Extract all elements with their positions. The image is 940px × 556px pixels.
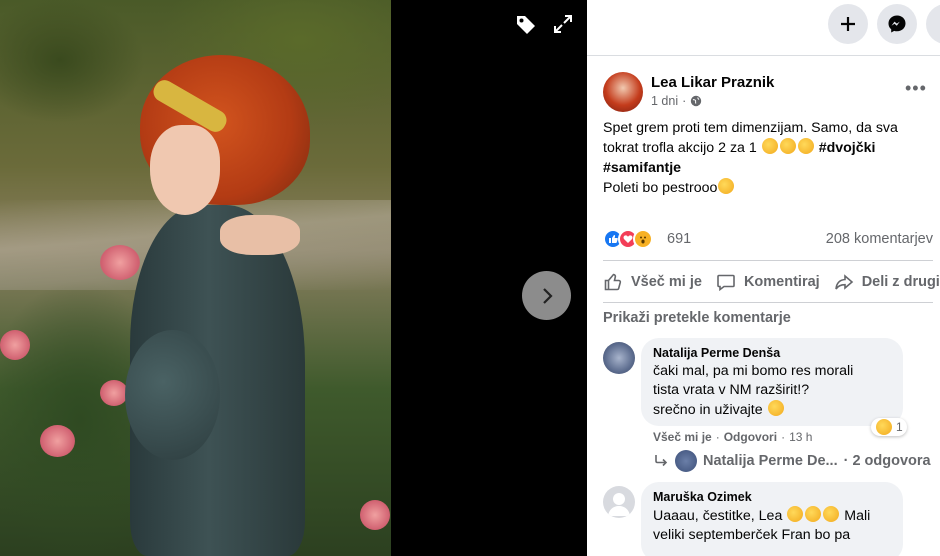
plus-icon — [841, 17, 855, 31]
view-replies[interactable]: Natalija Perme De... · 2 odgovora — [653, 450, 940, 472]
comment-icon — [717, 274, 735, 292]
commenter-avatar[interactable] — [603, 342, 635, 374]
share-button[interactable]: Deli z drugimi — [834, 268, 940, 296]
hashtag-link[interactable]: #dvojčki — [819, 140, 876, 156]
messenger-icon — [888, 15, 906, 33]
globe-icon — [691, 95, 702, 107]
post-meta: 1 dni · — [651, 94, 702, 108]
commenter-avatar[interactable] — [603, 486, 635, 518]
heart-face-emoji-icon — [823, 506, 840, 522]
account-button[interactable] — [926, 4, 940, 44]
post-time[interactable]: 1 dni — [651, 94, 678, 108]
comment-text: Uaaau, čestitke, Lea Mali veliki septemb… — [653, 506, 871, 543]
comment-like-button[interactable]: Všeč mi je — [653, 430, 712, 444]
photo-viewer — [0, 0, 587, 556]
thumbs-up-icon — [604, 273, 622, 291]
laughing-emoji-icon — [767, 400, 784, 416]
hashtag-link[interactable]: #samifantje — [603, 160, 681, 176]
heart-face-emoji-icon — [787, 506, 804, 522]
next-photo-button[interactable] — [522, 271, 571, 320]
comment-time[interactable]: 13 h — [789, 430, 812, 444]
post-header: Lea Likar Praznik 1 dni · ••• — [603, 72, 933, 114]
comment-text: čaki mal, pa mi bomo res morali tista vr… — [653, 363, 854, 418]
top-bar — [587, 0, 940, 56]
like-button[interactable]: Všeč mi je — [603, 268, 702, 296]
comment-count[interactable]: 208 komentarjev — [826, 231, 933, 247]
more-options-button[interactable]: ••• — [905, 78, 927, 99]
share-icon — [834, 274, 853, 290]
comment-reaction[interactable]: 1 — [871, 418, 907, 436]
heart-face-emoji-icon — [805, 506, 822, 522]
commenter-name[interactable]: Maruška Ozimek — [653, 490, 891, 504]
tag-icon[interactable] — [513, 12, 539, 38]
comment-reply-button[interactable]: Odgovori — [724, 430, 777, 444]
comment-actions: Všeč mi je · Odgovori · 13 h — [653, 430, 813, 444]
divider — [603, 302, 933, 303]
reaction-count[interactable]: 691 — [667, 231, 691, 247]
reactions-summary: 691 208 komentarjev — [603, 228, 933, 252]
upside-down-emoji-icon — [761, 138, 778, 154]
party-face-emoji-icon — [718, 178, 735, 194]
commenter-name[interactable]: Natalija Perme Denša — [653, 346, 891, 360]
author-name[interactable]: Lea Likar Praznik — [651, 74, 774, 91]
post-photo[interactable] — [0, 0, 391, 556]
reply-author-avatar — [675, 450, 697, 472]
post-text-line3: Poleti bo pestrooo — [603, 180, 718, 196]
comment-bubble: Maruška Ozimek Uaaau, čestitke, Lea Mali… — [641, 482, 903, 556]
heart-face-emoji-icon — [779, 138, 796, 154]
wow-reaction-icon — [633, 229, 653, 249]
view-previous-comments[interactable]: Prikaži pretekle komentarje — [603, 310, 791, 326]
reaction-icons[interactable] — [603, 229, 653, 249]
haha-reaction-icon — [876, 419, 892, 435]
reply-arrow-icon — [655, 455, 668, 467]
chevron-right-icon — [542, 287, 553, 304]
expand-icon[interactable] — [551, 12, 575, 36]
post-actions: Všeč mi je Komentiraj Deli z drugimi — [603, 268, 940, 296]
divider — [603, 260, 933, 261]
messenger-button[interactable] — [877, 4, 917, 44]
comment-button[interactable]: Komentiraj — [716, 268, 820, 296]
heart-face-emoji-icon — [797, 138, 814, 154]
comment-bubble: Natalija Perme Denša čaki mal, pa mi bom… — [641, 338, 903, 426]
post-panel: Lea Likar Praznik 1 dni · ••• Spet grem … — [587, 0, 940, 556]
create-button[interactable] — [828, 4, 868, 44]
post-body: Spet grem proti tem dimenzijam. Samo, da… — [603, 118, 933, 198]
author-avatar[interactable] — [603, 72, 643, 112]
